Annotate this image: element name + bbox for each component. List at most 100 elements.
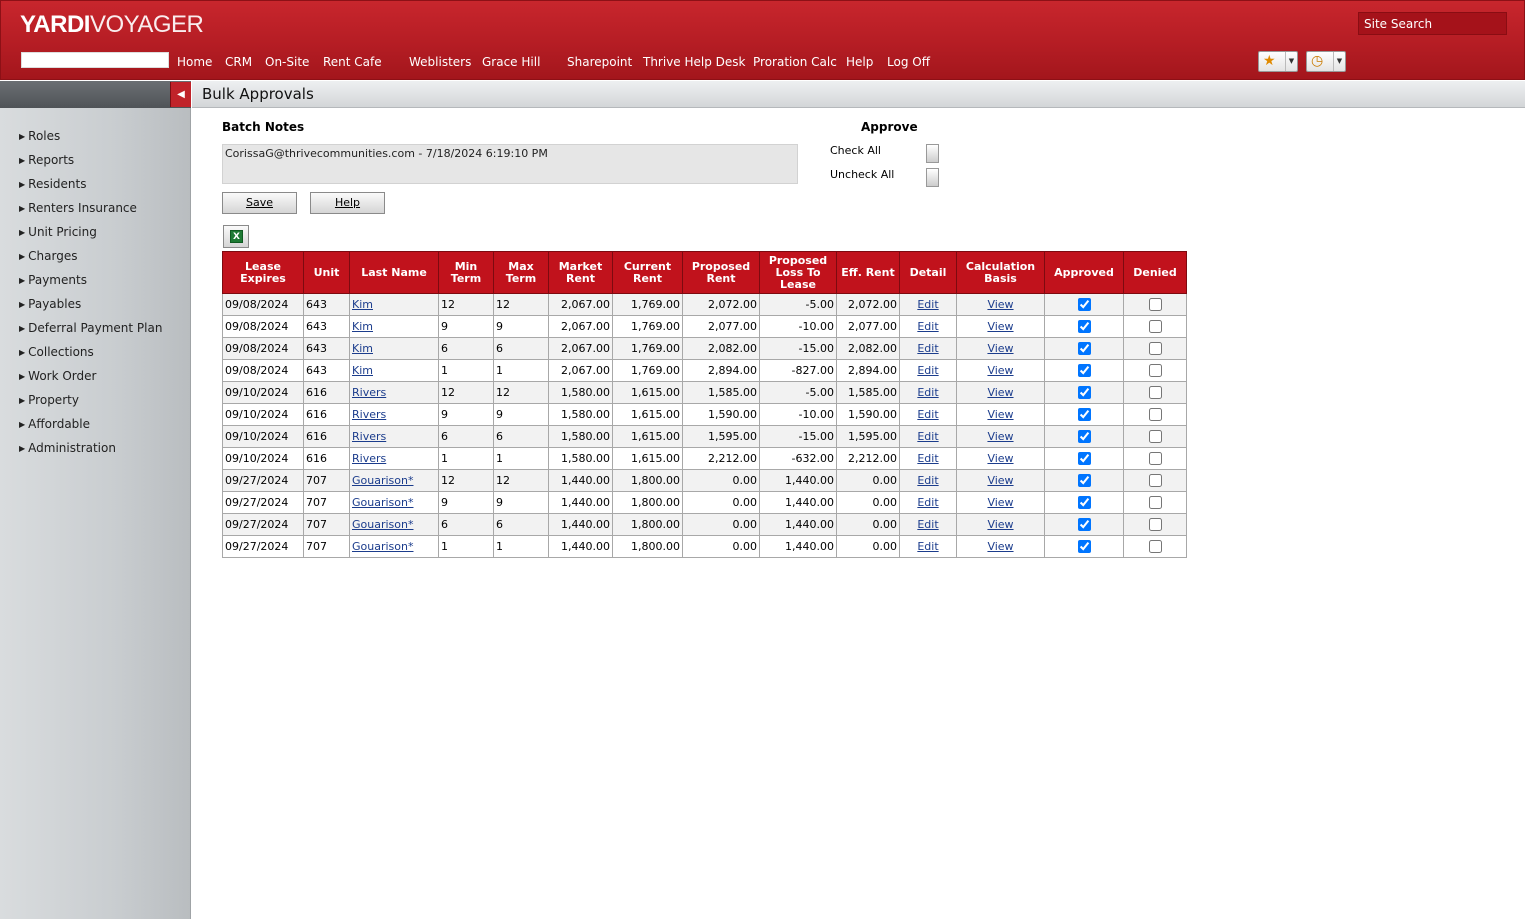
nav-log-off[interactable]: Log Off xyxy=(887,55,930,69)
check-all-button[interactable] xyxy=(926,144,939,163)
approved-checkbox[interactable] xyxy=(1077,342,1091,356)
sidebar-item-administration[interactable]: ▶ Administration xyxy=(19,441,162,465)
nav-help[interactable]: Help xyxy=(846,55,873,69)
denied-checkbox[interactable] xyxy=(1148,320,1162,334)
approved-checkbox[interactable] xyxy=(1077,386,1091,400)
resident-name-link[interactable]: Gouarison* xyxy=(352,518,413,531)
edit-detail-link[interactable]: Edit xyxy=(917,408,938,421)
save-button[interactable]: Save xyxy=(222,192,297,214)
sidebar-item-property[interactable]: ▶ Property xyxy=(19,393,162,417)
collapse-sidebar-button[interactable]: ◀ xyxy=(170,82,191,107)
edit-detail-link[interactable]: Edit xyxy=(917,430,938,443)
edit-detail-link[interactable]: Edit xyxy=(917,298,938,311)
nav-thrive-help-desk[interactable]: Thrive Help Desk xyxy=(643,55,746,69)
export-excel-button[interactable]: X xyxy=(223,225,249,248)
view-calculation-link[interactable]: View xyxy=(987,518,1013,531)
nav-weblisters[interactable]: Weblisters xyxy=(409,55,471,69)
sidebar-item-charges[interactable]: ▶ Charges xyxy=(19,249,162,273)
view-calculation-link[interactable]: View xyxy=(987,408,1013,421)
resident-name-link[interactable]: Kim xyxy=(352,298,373,311)
favorites-button[interactable]: ★ ▼ xyxy=(1258,51,1298,72)
sidebar-item-reports[interactable]: ▶ Reports xyxy=(19,153,162,177)
resident-name-link[interactable]: Kim xyxy=(352,342,373,355)
sidebar-item-collections[interactable]: ▶ Collections xyxy=(19,345,162,369)
denied-checkbox[interactable] xyxy=(1148,386,1162,400)
batch-notes-field[interactable]: CorissaG@thrivecommunities.com - 7/18/20… xyxy=(222,144,798,184)
nav-home[interactable]: Home xyxy=(177,55,212,69)
denied-checkbox[interactable] xyxy=(1148,474,1162,488)
col-proposed-loss-to-lease[interactable]: Proposed Loss To Lease xyxy=(759,251,837,294)
view-calculation-link[interactable]: View xyxy=(987,386,1013,399)
view-calculation-link[interactable]: View xyxy=(987,430,1013,443)
help-button[interactable]: Help xyxy=(310,192,385,214)
nav-grace-hill[interactable]: Grace Hill xyxy=(482,55,540,69)
site-search-input[interactable] xyxy=(1358,12,1507,35)
nav-crm[interactable]: CRM xyxy=(225,55,252,69)
col-max-term[interactable]: Max Term xyxy=(493,251,549,294)
history-button[interactable]: ◷ ▼ xyxy=(1306,51,1346,72)
resident-name-link[interactable]: Kim xyxy=(352,364,373,377)
denied-checkbox[interactable] xyxy=(1148,342,1162,356)
resident-name-link[interactable]: Gouarison* xyxy=(352,474,413,487)
col-unit[interactable]: Unit xyxy=(303,251,350,294)
denied-checkbox[interactable] xyxy=(1148,540,1162,554)
edit-detail-link[interactable]: Edit xyxy=(917,452,938,465)
approved-checkbox[interactable] xyxy=(1077,518,1091,532)
resident-name-link[interactable]: Rivers xyxy=(352,452,386,465)
col-lease-expires[interactable]: Lease Expires xyxy=(222,251,304,294)
view-calculation-link[interactable]: View xyxy=(987,474,1013,487)
sidebar-item-work-order[interactable]: ▶ Work Order xyxy=(19,369,162,393)
nav-sharepoint[interactable]: Sharepoint xyxy=(567,55,632,69)
col-eff-rent[interactable]: Eff. Rent xyxy=(836,251,900,294)
view-calculation-link[interactable]: View xyxy=(987,298,1013,311)
approved-checkbox[interactable] xyxy=(1077,364,1091,378)
view-calculation-link[interactable]: View xyxy=(987,364,1013,377)
edit-detail-link[interactable]: Edit xyxy=(917,474,938,487)
resident-name-link[interactable]: Rivers xyxy=(352,430,386,443)
sidebar-item-residents[interactable]: ▶ Residents xyxy=(19,177,162,201)
sidebar-item-affordable[interactable]: ▶ Affordable xyxy=(19,417,162,441)
sidebar-item-unit-pricing[interactable]: ▶ Unit Pricing xyxy=(19,225,162,249)
col-approved[interactable]: Approved xyxy=(1044,251,1124,294)
sidebar-item-renters-insurance[interactable]: ▶ Renters Insurance xyxy=(19,201,162,225)
nav-rent-cafe[interactable]: Rent Cafe xyxy=(323,55,382,69)
resident-name-link[interactable]: Kim xyxy=(352,320,373,333)
col-current-rent[interactable]: Current Rent xyxy=(612,251,683,294)
nav-proration-calc[interactable]: Proration Calc xyxy=(753,55,837,69)
denied-checkbox[interactable] xyxy=(1148,518,1162,532)
denied-checkbox[interactable] xyxy=(1148,496,1162,510)
edit-detail-link[interactable]: Edit xyxy=(917,518,938,531)
edit-detail-link[interactable]: Edit xyxy=(917,496,938,509)
col-proposed-rent[interactable]: Proposed Rent xyxy=(682,251,760,294)
col-denied[interactable]: Denied xyxy=(1123,251,1187,294)
approved-checkbox[interactable] xyxy=(1077,496,1091,510)
quick-search-input[interactable] xyxy=(21,52,169,68)
approved-checkbox[interactable] xyxy=(1077,408,1091,422)
approved-checkbox[interactable] xyxy=(1077,474,1091,488)
approved-checkbox[interactable] xyxy=(1077,298,1091,312)
denied-checkbox[interactable] xyxy=(1148,364,1162,378)
view-calculation-link[interactable]: View xyxy=(987,540,1013,553)
edit-detail-link[interactable]: Edit xyxy=(917,320,938,333)
resident-name-link[interactable]: Gouarison* xyxy=(352,540,413,553)
denied-checkbox[interactable] xyxy=(1148,452,1162,466)
sidebar-item-payables[interactable]: ▶ Payables xyxy=(19,297,162,321)
resident-name-link[interactable]: Gouarison* xyxy=(352,496,413,509)
approved-checkbox[interactable] xyxy=(1077,540,1091,554)
view-calculation-link[interactable]: View xyxy=(987,452,1013,465)
edit-detail-link[interactable]: Edit xyxy=(917,342,938,355)
view-calculation-link[interactable]: View xyxy=(987,342,1013,355)
resident-name-link[interactable]: Rivers xyxy=(352,386,386,399)
approved-checkbox[interactable] xyxy=(1077,430,1091,444)
col-calculation-basis[interactable]: Calculation Basis xyxy=(956,251,1045,294)
edit-detail-link[interactable]: Edit xyxy=(917,386,938,399)
sidebar-item-payments[interactable]: ▶ Payments xyxy=(19,273,162,297)
denied-checkbox[interactable] xyxy=(1148,408,1162,422)
view-calculation-link[interactable]: View xyxy=(987,320,1013,333)
edit-detail-link[interactable]: Edit xyxy=(917,540,938,553)
edit-detail-link[interactable]: Edit xyxy=(917,364,938,377)
col-last-name[interactable]: Last Name xyxy=(349,251,439,294)
denied-checkbox[interactable] xyxy=(1148,430,1162,444)
yardi-voyager-logo[interactable]: YARDIVOYAGER xyxy=(20,11,204,39)
col-market-rent[interactable]: Market Rent xyxy=(548,251,613,294)
